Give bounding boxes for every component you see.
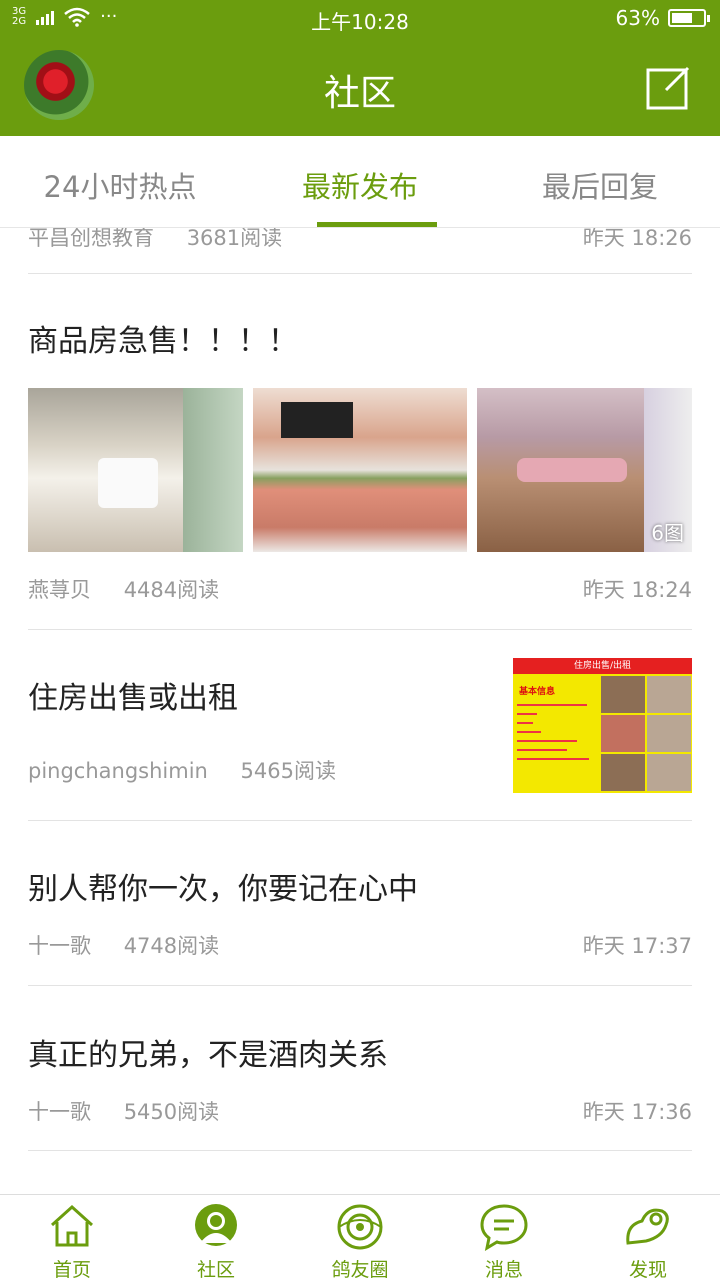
post-image[interactable]: 住房出售/出租 基本信息 [513,658,692,793]
list-item-meta: 燕荨贝 4484阅读 昨天 18:24 [28,574,692,604]
post-reads: 5450阅读 [123,1100,220,1124]
post-image[interactable]: 6图 [477,388,693,552]
message-icon [480,1204,528,1251]
list-item-meta: pingchangshimin 5465阅读 [28,755,500,785]
flyer-basic-info: 基本信息 [519,687,556,697]
post-title[interactable]: 商品房急售！！！！ [28,316,298,360]
community-icon [195,1204,237,1246]
nav-home[interactable]: 首页 [0,1195,144,1281]
clock: 上午10:28 [311,10,409,34]
feed-tabs: 24小时热点 最新发布 最后回复 [0,136,720,228]
post-author: 十一歌 [28,1100,91,1124]
image-count-badge: 6图 [651,521,685,545]
post-author: 平昌创想教育 [28,228,154,250]
post-reads: 4484阅读 [123,578,220,602]
post-reads: 4748阅读 [123,934,220,958]
app-header: 社区 [0,36,720,136]
list-item-meta: 十一歌 5450阅读 昨天 17:36 [28,1096,692,1126]
nav-label: 消息 [484,1259,523,1281]
divider [28,273,692,274]
post-image[interactable] [252,388,468,552]
post-images[interactable]: 6图 [28,388,693,552]
bottom-nav: 首页 社区 鸽友圈 消息 发现 [0,1194,720,1281]
post-time: 昨天 18:24 [582,578,692,602]
divider [28,629,692,630]
pigeon-circle-icon [337,1204,383,1250]
post-reads: 3681阅读 [186,228,283,250]
nav-label: 社区 [196,1259,235,1281]
post-feed[interactable]: 平昌创想教育 3681阅读 昨天 18:26 商品房急售！！！！ 6图 燕荨贝 … [0,228,720,1194]
status-right: 63% [615,6,710,30]
post-author: 十一歌 [28,934,91,958]
list-item-meta: 平昌创想教育 3681阅读 昨天 18:26 [28,228,692,252]
battery-percent: 63% [615,6,660,30]
post-time: 昨天 17:37 [582,934,692,958]
tab-hot-24h[interactable]: 24小时热点 [0,136,240,227]
post-author: 燕荨贝 [28,578,91,602]
page-title: 社区 [323,73,396,114]
battery-icon [668,9,710,27]
nav-label: 发现 [628,1259,667,1281]
nav-label: 首页 [52,1259,91,1281]
nav-label: 鸽友圈 [331,1259,389,1281]
tab-latest[interactable]: 最新发布 [240,136,480,227]
discover-icon [626,1208,669,1245]
post-title[interactable]: 住房出售或出租 [28,673,238,717]
post-title[interactable]: 别人帮你一次，你要记在心中 [28,864,418,908]
nav-discover[interactable]: 发现 [576,1195,720,1281]
post-reads: 5465阅读 [240,759,336,783]
nav-pigeon-circle[interactable]: 鸽友圈 [288,1195,432,1281]
status-bar: 3G 2G ··· 上午10:28 63% [0,0,720,36]
post-image[interactable] [28,388,243,552]
post-time: 昨天 18:26 [582,228,692,250]
nav-community[interactable]: 社区 [144,1195,288,1281]
compose-icon[interactable] [646,64,692,110]
tab-last-reply[interactable]: 最后回复 [480,136,720,227]
post-author: pingchangshimin [28,759,208,783]
home-icon [50,1204,94,1247]
divider [28,820,692,821]
list-item-meta: 十一歌 4748阅读 昨天 17:37 [28,930,692,960]
nav-messages[interactable]: 消息 [432,1195,576,1281]
divider [28,985,692,986]
post-title[interactable]: 真正的兄弟，不是酒肉关系 [28,1030,388,1074]
flyer-photos [601,676,691,791]
divider [28,1150,692,1151]
flyer-text-lines [517,704,595,767]
post-time: 昨天 17:36 [582,1100,692,1124]
flyer-header: 住房出售/出租 [513,658,692,674]
